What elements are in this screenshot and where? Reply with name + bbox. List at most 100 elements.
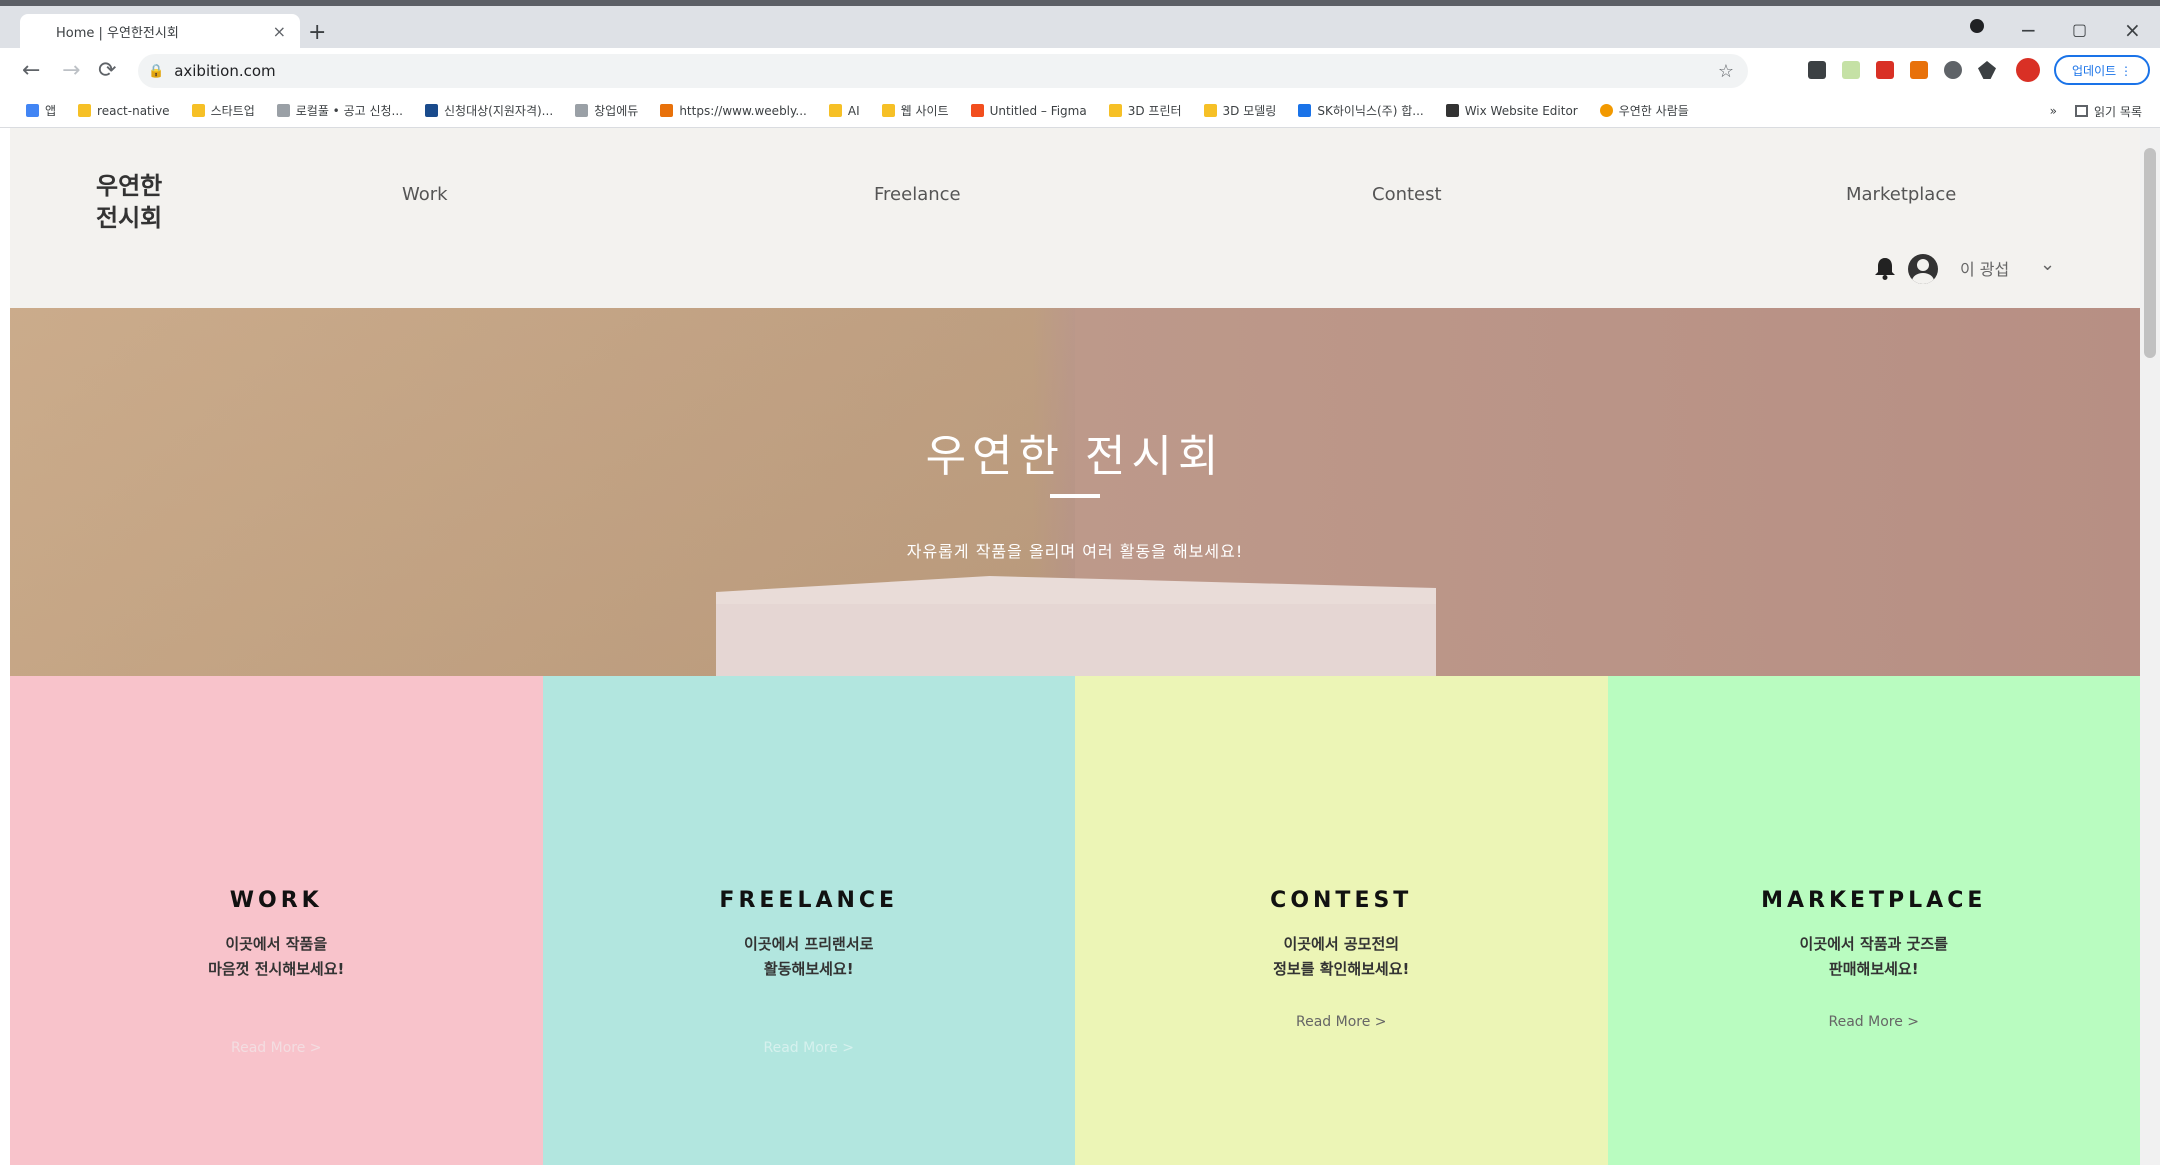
reading-list-icon [2075, 105, 2089, 117]
extension-icon-5[interactable] [1944, 61, 1962, 79]
card-desc-line: 활동해보세요! [763, 960, 854, 978]
card-title: MARKETPLACE [1761, 888, 1987, 913]
bookmark-item[interactable]: 앱 [26, 102, 56, 119]
card-description: 이곳에서 프리랜서로 활동해보세요! [543, 932, 1076, 982]
bookmark-favicon-icon [660, 104, 674, 117]
bell-icon[interactable] [1874, 256, 1896, 280]
card-freelance: FREELANCE 이곳에서 프리랜서로 활동해보세요! Read More > [542, 676, 1076, 1165]
card-desc-line: 정보를 확인해보세요! [1273, 960, 1410, 978]
card-read-more-link[interactable]: Read More > [1608, 1014, 2141, 1030]
extensions-puzzle-icon[interactable] [1978, 61, 1996, 79]
bookmark-favicon-icon [78, 104, 92, 117]
web-page: 우연한 전시회 Work Freelance Contest Marketpla… [10, 128, 2140, 1165]
card-title: CONTEST [1270, 888, 1413, 913]
maximize-button[interactable]: ▢ [2072, 20, 2087, 39]
extension-icon-2[interactable] [1842, 61, 1860, 79]
card-read-more-link[interactable]: Read More > [543, 1040, 1076, 1056]
bookmark-item[interactable]: 3D 모델링 [1203, 102, 1276, 119]
bookmark-item[interactable]: Untitled – Figma [970, 104, 1087, 118]
card-read-more-link[interactable]: Read More > [10, 1040, 543, 1056]
card-read-more-link[interactable]: Read More > [1075, 1014, 1608, 1030]
bookmark-favicon-icon [828, 104, 842, 117]
bookmark-item[interactable]: 3D 프린터 [1108, 102, 1182, 119]
bookmark-item[interactable]: AI [828, 104, 860, 118]
url-text: axibition.com [174, 62, 276, 80]
tab-title: Home | 우연한전시회 [56, 25, 179, 41]
back-icon[interactable]: ← [22, 58, 40, 83]
bookmark-item[interactable]: react-native [78, 104, 170, 118]
bookmark-favicon-icon [1445, 104, 1459, 117]
nav-contest[interactable]: Contest [1372, 184, 1442, 205]
site-header: 우연한 전시회 Work Freelance Contest Marketpla… [10, 128, 2140, 308]
browser-toolbar: ← → ⟳ 🔒 axibition.com ☆ 업데이트 ⋮ [0, 48, 2160, 94]
minimize-button[interactable]: − [2020, 18, 2037, 42]
address-bar[interactable]: 🔒 axibition.com ☆ [138, 54, 1748, 88]
forward-icon[interactable]: → [62, 58, 80, 83]
browser-tab-strip: Home | 우연한전시회 × + − ▢ × [0, 0, 2160, 48]
bookmark-item[interactable]: 스타트업 [191, 102, 255, 119]
card-title: FREELANCE [719, 888, 899, 913]
nav-freelance[interactable]: Freelance [874, 184, 961, 205]
bookmark-item[interactable]: 신청대상(지원자격)... [425, 102, 553, 119]
hero-subtitle: 자유롭게 작품을 올리며 여러 활동을 해보세요! [906, 542, 1244, 561]
hero-title: 우연한 전시회 [925, 431, 1225, 482]
page-scrollbar[interactable] [2140, 128, 2160, 1165]
bookmark-favicon-icon [425, 104, 438, 117]
card-marketplace: MARKETPLACE 이곳에서 작품과 굿즈를 판매해보세요! Read Mo… [1607, 676, 2141, 1165]
bookmark-favicon-icon [1108, 104, 1122, 117]
bookmark-star-icon[interactable]: ☆ [1718, 61, 1734, 82]
update-button[interactable]: 업데이트 ⋮ [2054, 55, 2150, 85]
tab-close-icon[interactable]: × [273, 22, 286, 41]
card-desc-line: 이곳에서 작품과 굿즈를 [1799, 935, 1948, 953]
nav-work[interactable]: Work [402, 184, 448, 205]
nav-marketplace[interactable]: Marketplace [1846, 184, 1956, 205]
bookmark-item[interactable]: 로컬풀 • 공고 신청... [276, 102, 403, 119]
avatar-icon[interactable] [2016, 58, 2040, 82]
card-desc-line: 판매해보세요! [1828, 960, 1919, 978]
close-window-button[interactable]: × [2124, 18, 2141, 42]
lock-icon: 🔒 [148, 63, 165, 79]
browser-tab-home[interactable]: Home | 우연한전시회 × [20, 14, 300, 48]
user-name[interactable]: 이 광섭 [1960, 256, 2009, 280]
pedestal [716, 604, 1436, 676]
card-title: WORK [229, 888, 323, 913]
bookmark-item[interactable]: 우연한 사람들 [1599, 102, 1689, 119]
extension-icon-3[interactable] [1876, 61, 1894, 79]
card-desc-line: 이곳에서 공모전의 [1283, 935, 1400, 953]
new-tab-button[interactable]: + [308, 20, 326, 45]
bookmarks-right: » 읽기 목록 [2050, 94, 2142, 128]
card-contest: CONTEST 이곳에서 공모전의 정보를 확인해보세요! Read More … [1075, 676, 1608, 1165]
extension-icon-4[interactable] [1910, 61, 1928, 79]
bookmark-item[interactable]: Wix Website Editor [1445, 104, 1578, 118]
card-description: 이곳에서 작품과 굿즈를 판매해보세요! [1608, 932, 2141, 982]
card-desc-line: 이곳에서 작품을 [225, 935, 328, 953]
record-icon[interactable] [1968, 16, 1986, 40]
reload-icon[interactable]: ⟳ [98, 58, 116, 83]
bookmark-item[interactable]: SK하이닉스(주) 합... [1298, 102, 1424, 119]
reading-list-button[interactable]: 읽기 목록 [2094, 103, 2142, 120]
hero-divider [1050, 494, 1100, 498]
extension-icon-1[interactable] [1808, 61, 1826, 79]
bookmark-item[interactable]: 웹 사이트 [881, 102, 949, 119]
card-work: WORK 이곳에서 작품을 마음껏 전시해보세요! Read More > [10, 676, 543, 1165]
bookmark-favicon-icon [970, 104, 984, 117]
hero-banner: 우연한 전시회 자유롭게 작품을 올리며 여러 활동을 해보세요! [10, 308, 2140, 676]
bookmark-favicon-icon [575, 104, 589, 117]
site-logo[interactable]: 우연한 전시회 [96, 170, 186, 234]
bookmark-favicon-icon [26, 104, 39, 117]
card-description: 이곳에서 공모전의 정보를 확인해보세요! [1075, 932, 1608, 982]
bookmark-favicon-icon [881, 104, 895, 117]
bookmark-item[interactable]: https://www.weebly... [660, 104, 807, 118]
user-avatar-icon[interactable] [1908, 254, 1938, 284]
scrollbar-thumb[interactable] [2144, 148, 2156, 358]
chevron-down-icon[interactable]: ⌄ [2040, 254, 2055, 275]
bookmark-favicon-icon [1203, 104, 1217, 117]
bookmark-favicon-icon [276, 104, 290, 117]
feature-cards: WORK 이곳에서 작품을 마음껏 전시해보세요! Read More > FR… [10, 676, 2140, 1165]
bookmarks-overflow-button[interactable]: » [2050, 104, 2057, 118]
bookmark-favicon-icon [1298, 104, 1312, 117]
bookmark-favicon-icon [191, 104, 205, 117]
bookmarks-bar: 앱 react-native 스타트업 로컬풀 • 공고 신청... 신청대상(… [0, 94, 2160, 128]
card-description: 이곳에서 작품을 마음껏 전시해보세요! [10, 932, 543, 982]
bookmark-item[interactable]: 창업에듀 [575, 102, 638, 119]
